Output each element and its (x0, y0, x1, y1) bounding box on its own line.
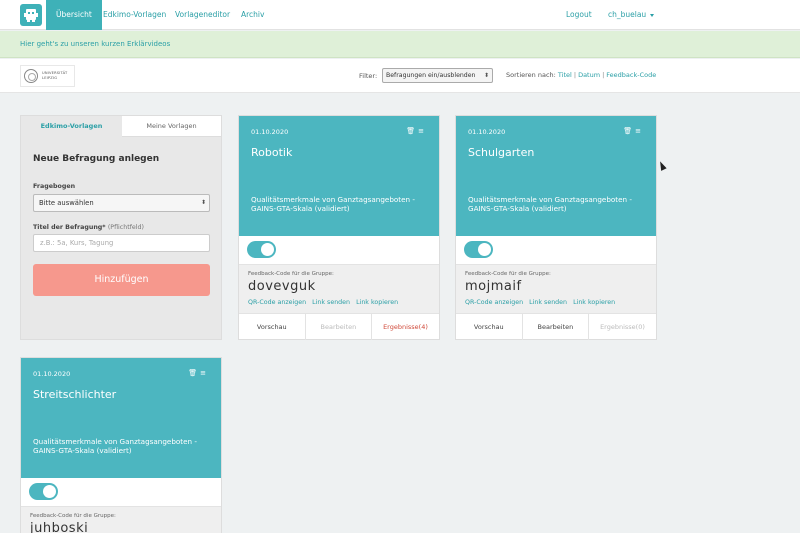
survey-title-input[interactable]: z.B.: 5a, Kurs, Tagung (33, 234, 210, 252)
trash-icon[interactable]: 🗑 (406, 127, 418, 135)
questionnaire-select[interactable]: Bitte auswählen ⬍ (33, 194, 210, 212)
add-button[interactable]: Hinzufügen (33, 264, 210, 296)
user-menu[interactable]: ch_buelau (608, 0, 655, 30)
card-description: Qualitätsmerkmale von Ganztagsangeboten … (468, 195, 632, 213)
edkimo-logo-icon[interactable] (20, 4, 42, 26)
logout-link[interactable]: Logout (566, 0, 592, 30)
survey-card-robotik: 01.10.2020 🗑≡ Robotik Qualitätsmerkmale … (238, 115, 440, 340)
info-banner: Hier geht's zu unseren kurzen Erklärvide… (0, 31, 800, 58)
edit-button[interactable]: Bearbeiten (523, 314, 590, 340)
survey-card-schulgarten: 01.10.2020 🗑≡ Schulgarten Qualitätsmerkm… (455, 115, 657, 340)
trash-icon[interactable]: 🗑 (188, 369, 200, 377)
select-arrows-icon: ⬍ (200, 199, 206, 206)
qr-code-link[interactable]: QR-Code anzeigen (465, 299, 523, 306)
menu-icon[interactable]: ≡ (200, 369, 209, 377)
mouse-cursor-icon (657, 160, 667, 171)
sort-options: Sortieren nach: Titel | Datum | Feedback-Cod… (506, 71, 657, 79)
send-link[interactable]: Link senden (529, 299, 567, 306)
panel-tabs: Edkimo-Vorlagen Meine Vorlagen (21, 116, 221, 137)
preview-button[interactable]: Vorschau (239, 314, 306, 340)
results-button[interactable]: Ergebnisse(0) (589, 314, 656, 340)
nav-archiv[interactable]: Archiv (241, 0, 264, 30)
survey-title-label: Titel der Befragung* (Pflichtfeld) (33, 224, 144, 231)
seal-icon (24, 69, 38, 83)
card-date: 01.10.2020 (251, 128, 289, 136)
filter-select[interactable]: Befragungen ein/ausblenden ⬍ (382, 68, 493, 83)
feedback-code-label: Feedback-Code für die Gruppe: (30, 513, 116, 519)
nav-edkimo-vorlagen[interactable]: Edkimo-Vorlagen (103, 0, 166, 30)
feedback-code: mojmaif (465, 279, 522, 294)
card-title: Streitschlichter (33, 388, 117, 401)
active-toggle[interactable] (247, 241, 276, 258)
send-link[interactable]: Link senden (312, 299, 350, 306)
chevron-down-icon (650, 13, 655, 17)
nav-vorlageneditor[interactable]: Vorlageneditor (175, 0, 230, 30)
feedback-code: dovevguk (248, 279, 316, 294)
active-toggle[interactable] (29, 483, 58, 500)
panel-heading: Neue Befragung anlegen (33, 154, 160, 164)
nav-uebersicht[interactable]: Übersicht (46, 0, 102, 30)
filter-label: Filter: (359, 72, 378, 80)
user-name: ch_buelau (608, 10, 647, 19)
menu-icon[interactable]: ≡ (418, 127, 427, 135)
select-arrows-icon: ⬍ (483, 72, 489, 79)
sort-by-feedback-code[interactable]: Feedback-Code (606, 71, 656, 79)
active-toggle[interactable] (464, 241, 493, 258)
card-title: Schulgarten (468, 146, 535, 159)
feedback-code: juhboski (30, 521, 89, 533)
questionnaire-label: Fragebogen (33, 183, 76, 190)
card-description: Qualitätsmerkmale von Ganztagsangeboten … (33, 437, 197, 455)
copy-link[interactable]: Link kopieren (356, 299, 398, 306)
card-date: 01.10.2020 (468, 128, 506, 136)
top-nav: Übersicht Edkimo-Vorlagen Vorlageneditor… (0, 0, 800, 30)
feedback-code-label: Feedback-Code für die Gruppe: (465, 271, 551, 277)
menu-icon[interactable]: ≡ (635, 127, 644, 135)
sort-label: Sortieren nach: (506, 71, 556, 79)
qr-code-link[interactable]: QR-Code anzeigen (248, 299, 306, 306)
edit-button[interactable]: Bearbeiten (306, 314, 373, 340)
card-date: 01.10.2020 (33, 370, 71, 378)
tab-edkimo-vorlagen[interactable]: Edkimo-Vorlagen (21, 116, 122, 137)
sort-by-date[interactable]: Datum (578, 71, 600, 79)
trash-icon[interactable]: 🗑 (623, 127, 635, 135)
survey-card-streitschlichter: 01.10.2020 🗑≡ Streitschlichter Qualitäts… (20, 357, 222, 533)
new-survey-panel: Edkimo-Vorlagen Meine Vorlagen Neue Befr… (20, 115, 222, 340)
preview-button[interactable]: Vorschau (456, 314, 523, 340)
results-button[interactable]: Ergebnisse(4) (372, 314, 439, 340)
university-logo: UNIVERSITÄT LEIPZIG (20, 65, 75, 87)
sort-by-title[interactable]: Titel (558, 71, 572, 79)
tab-meine-vorlagen[interactable]: Meine Vorlagen (122, 116, 221, 137)
card-title: Robotik (251, 146, 293, 159)
card-description: Qualitätsmerkmale von Ganztagsangeboten … (251, 195, 415, 213)
copy-link[interactable]: Link kopieren (573, 299, 615, 306)
filter-bar: UNIVERSITÄT LEIPZIG Filter: Befragungen e… (0, 59, 800, 93)
explainer-videos-link[interactable]: Hier geht's zu unseren kurzen Erklärvide… (20, 40, 170, 48)
feedback-code-label: Feedback-Code für die Gruppe: (248, 271, 334, 277)
